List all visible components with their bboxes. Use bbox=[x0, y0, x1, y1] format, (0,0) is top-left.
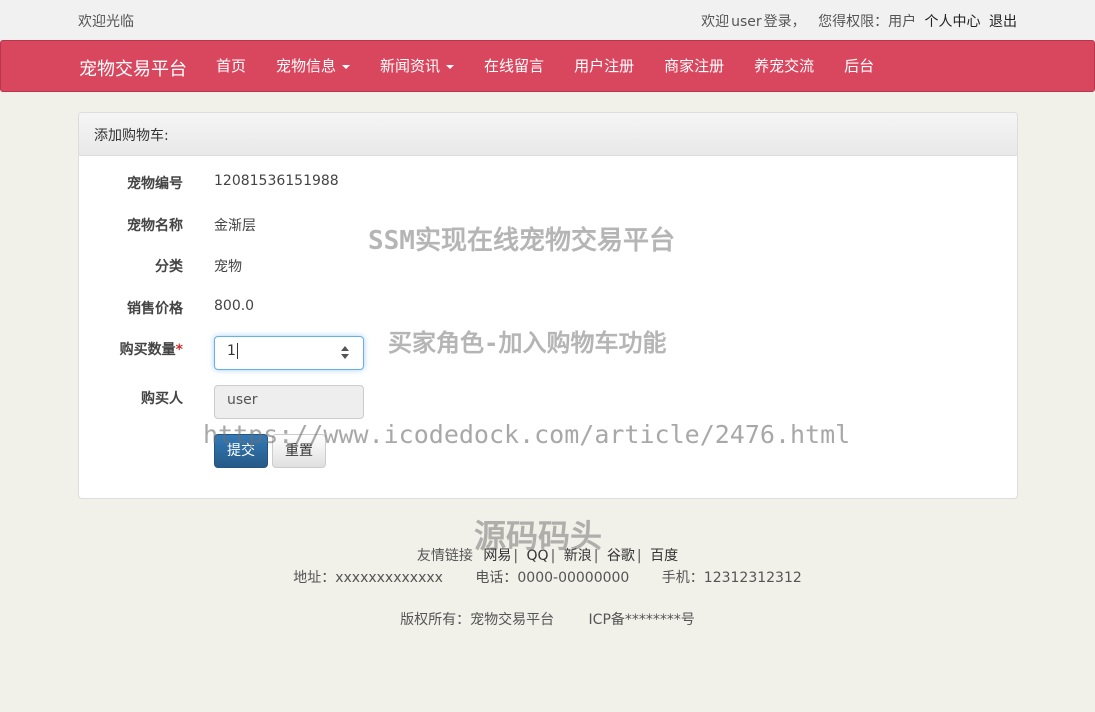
main-navbar: 宠物交易平台 首页 宠物信息 新闻资讯 在线留言 用户注册 商家注册 养宠交流 … bbox=[0, 40, 1095, 92]
nav-label: 养宠交流 bbox=[754, 57, 815, 75]
footer-contact: 地址：xxxxxxxxxxxxx 电话：0000-00000000 手机：123… bbox=[0, 567, 1095, 587]
category-value: 宠物 bbox=[214, 259, 242, 275]
nav-label: 首页 bbox=[216, 57, 247, 75]
nav-item-home[interactable]: 首页 bbox=[216, 41, 246, 91]
nav-label: 商家注册 bbox=[664, 57, 725, 75]
link-sina[interactable]: 新浪 bbox=[564, 548, 592, 564]
nav-label: 后台 bbox=[844, 57, 875, 75]
username: user bbox=[731, 14, 762, 30]
panel-title: 添加购物车: bbox=[79, 113, 1017, 156]
profile-link[interactable]: 个人中心 bbox=[925, 14, 981, 30]
brand-logo[interactable]: 宠物交易平台 bbox=[79, 55, 187, 81]
text-cursor bbox=[236, 343, 238, 359]
chevron-up-icon[interactable] bbox=[341, 346, 349, 351]
user-status: 欢迎 user 登录， 您得权限：用户 个人中心 退出 bbox=[699, 11, 1017, 31]
buyer-value: user bbox=[227, 392, 258, 408]
logout-link[interactable]: 退出 bbox=[989, 14, 1017, 30]
nav-label: 在线留言 bbox=[484, 57, 545, 75]
nav-item-news[interactable]: 新闻资讯 bbox=[380, 41, 455, 91]
category-label: 分类 bbox=[155, 259, 183, 275]
nav-item-pet-info[interactable]: 宠物信息 bbox=[276, 41, 351, 91]
price-label: 销售价格 bbox=[127, 301, 183, 317]
nav-label: 新闻资讯 bbox=[380, 57, 441, 75]
quantity-stepper[interactable]: 1 bbox=[214, 336, 364, 370]
nav-label: 用户注册 bbox=[574, 57, 635, 75]
watermark-title: SSM实现在线宠物交易平台 bbox=[368, 226, 675, 256]
quantity-label-text: 购买数量 bbox=[119, 342, 176, 358]
buyer-field: user bbox=[214, 385, 364, 419]
buyer-label: 购买人 bbox=[141, 391, 183, 407]
footer-address: 地址：xxxxxxxxxxxxx bbox=[293, 570, 443, 586]
logged-in-text: 登录， bbox=[763, 14, 806, 30]
required-marker: * bbox=[175, 342, 183, 358]
nav-item-merchant-register[interactable]: 商家注册 bbox=[664, 41, 724, 91]
footer-links: 友情链接 网易 | QQ | 新浪 | 谷歌 | 百度 bbox=[416, 548, 679, 564]
caret-down-icon bbox=[342, 64, 351, 69]
top-bar: 欢迎光临 欢迎 user 登录， 您得权限：用户 个人中心 退出 bbox=[0, 0, 1095, 40]
watermark-subtitle: 买家角色-加入购物车功能 bbox=[388, 329, 667, 357]
pet-name-label: 宠物名称 bbox=[127, 218, 183, 234]
link-google[interactable]: 谷歌 bbox=[607, 548, 635, 564]
spinner-icon[interactable] bbox=[341, 346, 349, 359]
link-qq[interactable]: QQ bbox=[527, 548, 549, 564]
footer-phone: 电话：0000-00000000 bbox=[475, 570, 630, 586]
pet-id-value: 12081536151988 bbox=[214, 173, 339, 189]
footer-copyright: 版权所有：宠物交易平台 ICP备********号 bbox=[0, 609, 1095, 629]
copyright-text: 版权所有：宠物交易平台 bbox=[400, 612, 555, 628]
nav-item-messages[interactable]: 在线留言 bbox=[484, 41, 544, 91]
nav-item-user-register[interactable]: 用户注册 bbox=[574, 41, 634, 91]
icp-text: ICP备********号 bbox=[588, 612, 695, 628]
pet-name-value: 金渐层 bbox=[214, 218, 256, 234]
nav-item-admin[interactable]: 后台 bbox=[844, 41, 874, 91]
permission-text: 您得权限：用户 bbox=[818, 14, 917, 30]
nav-menu: 首页 宠物信息 新闻资讯 在线留言 用户注册 商家注册 养宠交流 后台 bbox=[216, 41, 904, 91]
watermark-url: https://www.icodedock.com/article/2476.h… bbox=[203, 420, 851, 449]
pet-id-label: 宠物编号 bbox=[127, 176, 183, 192]
caret-down-icon bbox=[446, 64, 455, 69]
nav-item-pet-exchange[interactable]: 养宠交流 bbox=[754, 41, 814, 91]
footer-mobile: 手机：12312312312 bbox=[661, 570, 802, 586]
quantity-label: 购买数量* bbox=[120, 339, 183, 359]
links-label: 友情链接 bbox=[416, 548, 473, 564]
user-prefix: 欢迎 bbox=[701, 14, 730, 30]
price-value: 800.0 bbox=[214, 298, 255, 314]
link-netease[interactable]: 网易 bbox=[483, 548, 511, 564]
chevron-down-icon[interactable] bbox=[341, 354, 349, 359]
nav-label: 宠物信息 bbox=[276, 57, 337, 75]
quantity-value: 1 bbox=[227, 343, 236, 359]
link-baidu[interactable]: 百度 bbox=[650, 548, 678, 564]
welcome-text: 欢迎光临 bbox=[78, 14, 134, 30]
